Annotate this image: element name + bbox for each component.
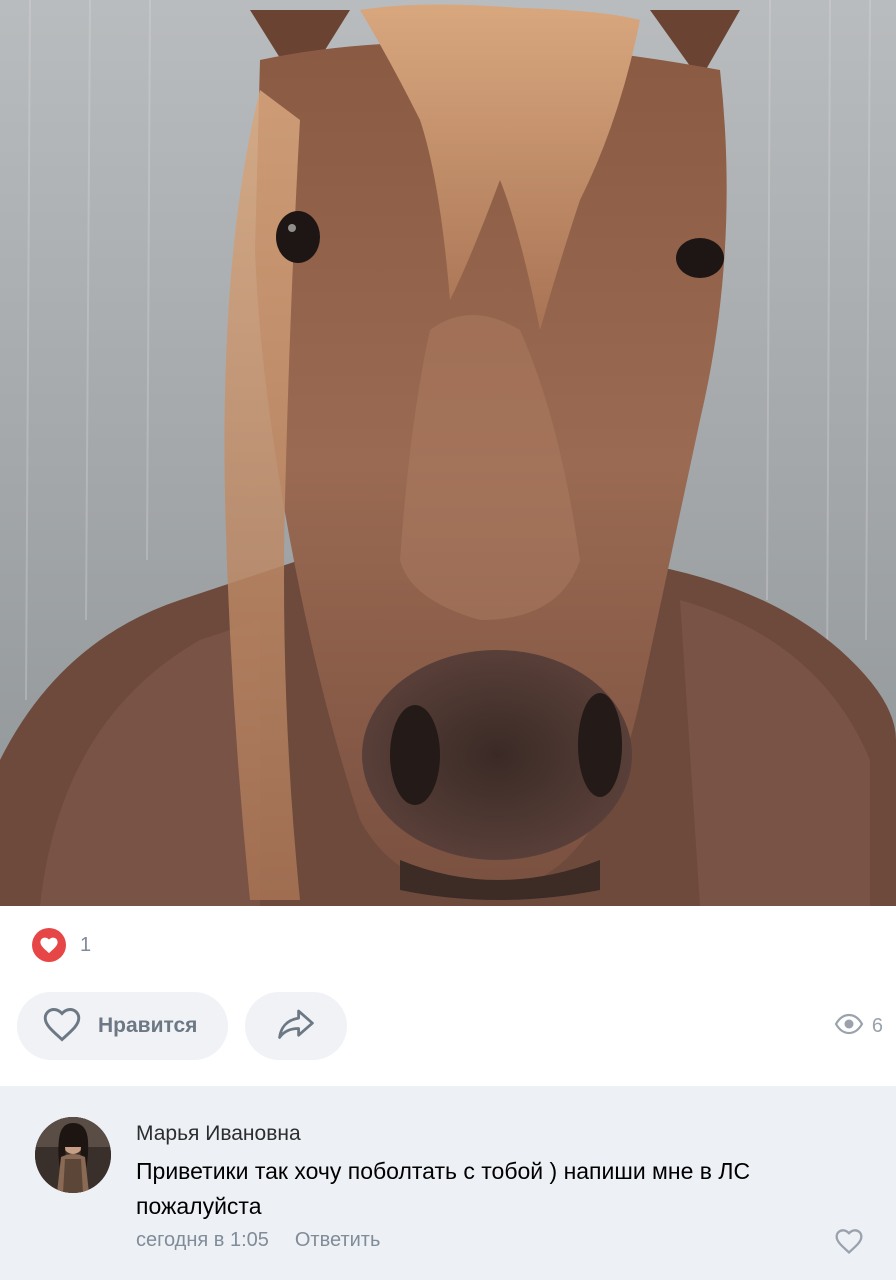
comment-like-button[interactable]: [832, 1226, 866, 1260]
post-action-bar: Нравится 6: [17, 992, 883, 1060]
comment-author[interactable]: Марья Ивановна: [136, 1122, 301, 1146]
heart-filled-icon: [32, 928, 66, 962]
horse-photo-image: [0, 0, 896, 906]
like-button[interactable]: Нравится: [17, 992, 228, 1060]
avatar[interactable]: [35, 1117, 111, 1193]
views-count: 6: [871, 1014, 883, 1037]
post-view: 1 Нравится 6 Марья Ивановна Приветики та…: [0, 0, 896, 1280]
comment-item: Марья Ивановна Приветики так хочу поболт…: [0, 1086, 896, 1280]
post-photo[interactable]: [0, 0, 896, 906]
reactions-summary[interactable]: 1: [32, 928, 91, 962]
heart-outline-icon: [833, 1227, 865, 1260]
comment-text: Приветики так хочу поболтать с тобой ) н…: [136, 1158, 751, 1219]
comment-meta: сегодня в 1:05 Ответить: [136, 1229, 380, 1252]
reaction-count: 1: [80, 933, 92, 956]
heart-outline-icon: [40, 1005, 84, 1048]
reply-button[interactable]: Ответить: [295, 1229, 381, 1252]
views-counter: 6: [834, 1012, 883, 1040]
eye-icon: [834, 1013, 864, 1040]
like-button-label: Нравится: [98, 1014, 198, 1037]
share-arrow-icon: [274, 1005, 318, 1048]
comment-timestamp: сегодня в 1:05: [136, 1229, 269, 1251]
share-button[interactable]: [245, 992, 347, 1060]
